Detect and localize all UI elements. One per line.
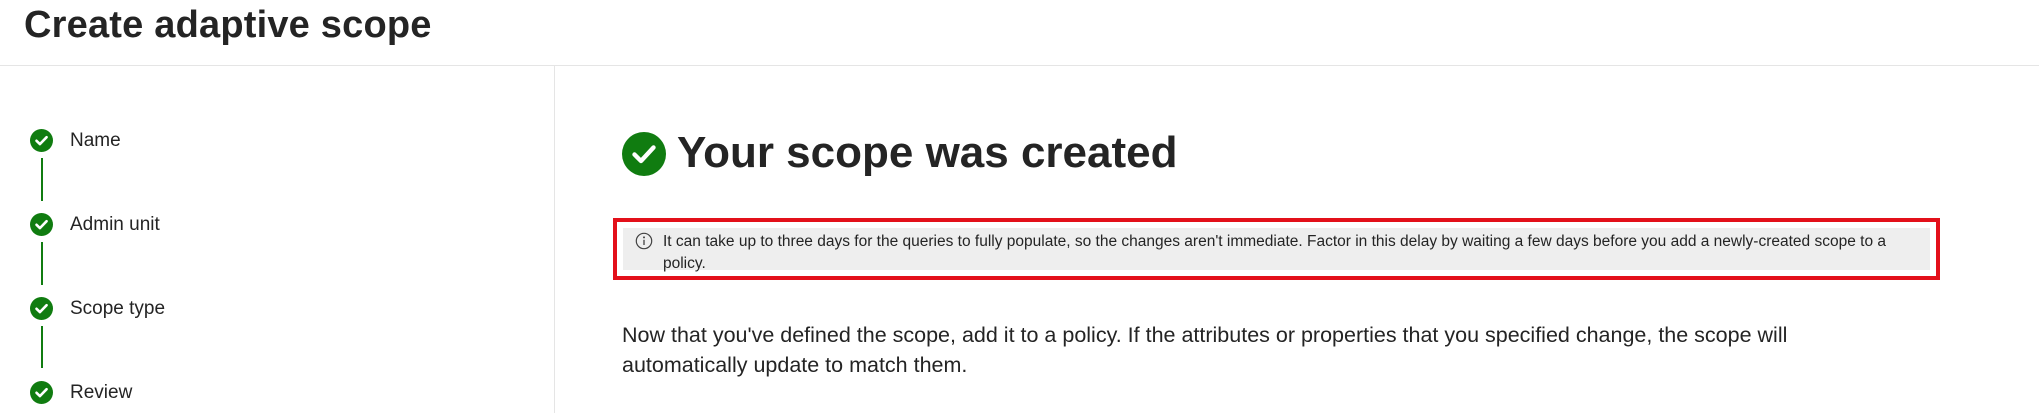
step-connector-line bbox=[41, 326, 43, 368]
wizard-step-label: Admin unit bbox=[70, 214, 160, 235]
body-text: Now that you've defined the scope, add i… bbox=[622, 323, 1788, 377]
info-icon bbox=[635, 232, 653, 250]
info-message-bar: It can take up to three days for the que… bbox=[623, 228, 1930, 272]
checkmark-circle-icon bbox=[30, 381, 53, 404]
info-message-text: It can take up to three days for the que… bbox=[663, 233, 1886, 272]
wizard-step-label: Review bbox=[70, 382, 133, 403]
checkmark-circle-icon bbox=[30, 213, 53, 236]
page-title: Create adaptive scope bbox=[24, 4, 432, 46]
result-title: Your scope was created bbox=[677, 128, 1178, 177]
highlight-box: It can take up to three days for the que… bbox=[613, 218, 1940, 280]
wizard-step-label: Name bbox=[70, 130, 121, 151]
main-content: Your scope was created It can take up to… bbox=[555, 66, 2039, 413]
wizard-steps-panel: Name Admin unit Scope type Review bbox=[0, 66, 555, 413]
step-connector-line bbox=[41, 158, 43, 201]
checkmark-circle-icon bbox=[622, 132, 666, 176]
checkmark-circle-icon bbox=[30, 129, 53, 152]
checkmark-circle-icon bbox=[30, 297, 53, 320]
wizard-step-label: Scope type bbox=[70, 298, 166, 319]
page-header: Create adaptive scope bbox=[0, 0, 2039, 66]
step-connector-line bbox=[41, 242, 43, 285]
